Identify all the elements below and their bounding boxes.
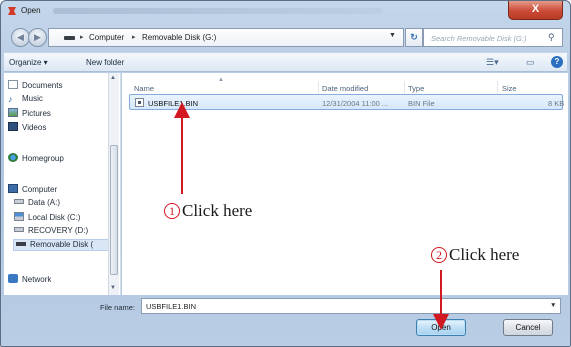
annotation-text: Click here	[449, 245, 520, 264]
annotation-2: 2 Click here	[431, 245, 519, 265]
sidebar-item-network[interactable]: Network	[8, 274, 51, 286]
file-name: USBFILE1.BIN	[148, 99, 199, 108]
local-disk-icon	[14, 212, 24, 221]
pictures-icon	[8, 108, 18, 117]
chevron-down-icon[interactable]: ▼	[550, 302, 556, 309]
refresh-button[interactable]: ↻	[405, 28, 423, 47]
drive-icon	[14, 199, 24, 204]
sidebar-item-recovery-d[interactable]: RECOVERY (D:)	[14, 226, 88, 238]
documents-icon	[8, 80, 18, 89]
homegroup-icon	[8, 153, 18, 162]
annotation-text: Click here	[182, 201, 253, 220]
chevron-right-icon: ▸	[132, 34, 136, 41]
breadcrumb-computer[interactable]: Computer	[89, 33, 124, 42]
view-options-icon[interactable]: ☰▾	[486, 57, 499, 68]
network-icon	[8, 274, 18, 283]
chevron-down-icon[interactable]: ▼	[389, 32, 396, 39]
file-icon	[135, 98, 144, 107]
table-row[interactable]: USBFILE1.BIN 12/31/2004 11:00 ... BIN Fi…	[129, 94, 565, 110]
annotation-number: 2	[431, 247, 447, 263]
computer-icon	[8, 184, 18, 193]
search-placeholder: Search Removable Disk (G:)	[431, 34, 527, 43]
sidebar-item-local-disk-c[interactable]: Local Disk (C:)	[14, 212, 80, 224]
open-button[interactable]: Open	[416, 319, 466, 336]
navigation-pane: Documents ♪ Music Pictures Videos Homegro…	[4, 73, 121, 295]
column-header-name[interactable]: Name	[134, 84, 154, 93]
forward-button[interactable]: ▶	[28, 28, 47, 47]
sidebar-item-pictures[interactable]: Pictures	[8, 108, 51, 120]
file-date: 12/31/2004 11:00 ...	[322, 99, 389, 108]
annotation-number: 1	[164, 203, 180, 219]
sidebar-item-removable-disk[interactable]: Removable Disk (	[13, 239, 111, 251]
window-title: Open	[21, 6, 41, 15]
new-folder-button[interactable]: New folder	[86, 58, 124, 67]
command-bar: Organize ▾ New folder ☰▾ ▭ ?	[4, 52, 567, 72]
videos-icon	[8, 122, 18, 131]
title-blur	[53, 8, 383, 14]
filename-field[interactable]: USBFILE1.BIN ▼	[141, 298, 561, 314]
scrollbar-thumb[interactable]	[110, 145, 118, 275]
file-size: 8 KB	[548, 99, 565, 108]
sidebar-item-data-a[interactable]: Data (A:)	[14, 198, 60, 210]
close-button[interactable]: X	[508, 1, 563, 20]
cancel-button[interactable]: Cancel	[503, 319, 553, 336]
help-icon[interactable]: ?	[551, 56, 563, 68]
usb-drive-icon	[16, 242, 26, 246]
column-header-date[interactable]: Date modified	[322, 84, 368, 93]
sidebar-item-music[interactable]: ♪ Music	[8, 94, 43, 106]
sidebar-scrollbar[interactable]: ▲ ▼	[108, 73, 119, 295]
search-input[interactable]: Search Removable Disk (G:) ⚲	[423, 28, 563, 47]
organize-button[interactable]: Organize ▾	[9, 58, 48, 67]
app-icon	[8, 7, 16, 15]
column-header-size[interactable]: Size	[502, 84, 517, 93]
sidebar-item-computer[interactable]: Computer	[8, 184, 57, 196]
address-bar[interactable]: ▸ Computer ▸ Removable Disk (G:) ▼	[48, 28, 404, 47]
annotation-1: 1 Click here	[164, 201, 252, 221]
sort-arrow-icon: ▲	[218, 77, 224, 83]
filename-label: File name:	[100, 303, 136, 312]
file-type: BIN File	[408, 99, 435, 108]
sidebar-item-videos[interactable]: Videos	[8, 122, 46, 134]
open-file-dialog: Open X ◀ ▶ ▸ Computer ▸ Removable Disk (…	[0, 0, 571, 347]
filename-value: USBFILE1.BIN	[146, 302, 197, 311]
scroll-up-icon[interactable]: ▲	[110, 75, 116, 81]
sidebar-item-documents[interactable]: Documents	[8, 80, 62, 92]
drive-icon	[14, 227, 24, 232]
breadcrumb-removable-disk[interactable]: Removable Disk (G:)	[142, 33, 216, 42]
column-header-type[interactable]: Type	[408, 84, 424, 93]
title-bar: Open X	[1, 1, 570, 23]
chevron-right-icon: ▸	[80, 34, 84, 41]
music-icon: ♪	[8, 94, 13, 104]
scroll-down-icon[interactable]: ▼	[110, 285, 116, 291]
sidebar-item-homegroup[interactable]: Homegroup	[8, 153, 64, 165]
preview-pane-icon[interactable]: ▭	[526, 57, 535, 68]
usb-drive-icon	[64, 36, 75, 40]
search-icon[interactable]: ⚲	[548, 32, 555, 43]
